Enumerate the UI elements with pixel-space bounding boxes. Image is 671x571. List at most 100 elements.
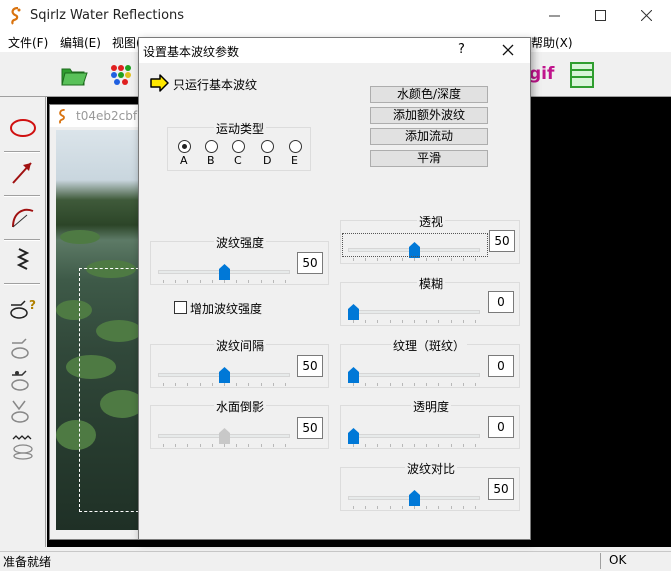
slider-tick [426,383,428,386]
slider-tick [401,320,403,323]
slider-tick [353,320,354,323]
slider-track[interactable] [348,434,480,438]
slider-tick [389,320,391,323]
motion-radio-label: C [234,154,242,167]
open-folder-icon[interactable] [58,59,90,91]
slider-thumb[interactable] [347,367,359,383]
slider-tick [377,444,379,447]
add-extra-ripple-button[interactable]: 添加额外波纹 [370,107,488,124]
dialog-help-button[interactable]: ? [458,42,465,57]
slider-tick [224,280,225,283]
motion-radio-c[interactable] [232,140,245,153]
minimize-button[interactable] [532,0,578,31]
selection-marquee[interactable] [79,268,139,512]
add-flow-button[interactable]: 添加流动 [370,128,488,145]
wave-lines-tool-icon[interactable] [7,431,39,461]
slider-tick [426,320,428,323]
motion-radio-e[interactable] [289,140,302,153]
slider-value-box[interactable]: 50 [297,252,323,274]
slider-tick [199,280,201,283]
slider-tick [365,258,367,261]
slider-thumb[interactable] [347,304,359,320]
slider-tick [353,258,354,261]
slider-value-box[interactable]: 0 [488,355,514,377]
slider-tick [236,444,238,447]
window-title: Sqirlz Water Reflections [30,8,185,23]
slider-tick [365,444,367,447]
motion-radio-d[interactable] [261,140,274,153]
slider-tick [450,258,452,261]
color-dots-icon[interactable] [105,59,137,91]
slider-value-box[interactable]: 50 [489,230,515,252]
smooth-button[interactable]: 平滑 [370,150,488,167]
slider-tick [163,383,164,386]
slider-tick [389,383,391,386]
water-color-depth-button[interactable]: 水颜色/深度 [370,86,488,103]
dialog-close-icon[interactable] [500,42,516,58]
status-bar [0,551,671,571]
slider-tick [450,506,452,509]
slider-tick [462,506,464,509]
close-window-button[interactable] [624,0,670,31]
slider-thumb[interactable] [218,264,230,280]
menu-edit[interactable]: 编辑(E) [60,34,101,51]
save-gif-button[interactable]: gif [529,64,554,84]
slider-value-box[interactable]: 50 [297,355,323,377]
slider-tick [426,258,428,261]
maximize-button[interactable] [578,0,624,31]
ellipse-tool-icon[interactable] [7,113,39,143]
slider-tick [462,444,464,447]
slider-label: 透视 [417,213,446,230]
maximize-icon [595,10,606,21]
ripple-tool-2-icon[interactable] [7,363,39,393]
slider-track[interactable] [348,373,480,377]
slider-thumb[interactable] [218,367,230,383]
slider-tick [260,280,262,283]
slider-tick [401,383,403,386]
status-ok: OK [609,553,627,567]
focus-indicator [342,233,488,257]
film-icon[interactable] [566,59,598,91]
slider-tick [260,444,262,447]
ripple-tool-1-icon[interactable] [7,331,39,361]
curve-arrow-tool-icon[interactable] [7,201,39,231]
slider-thumb[interactable] [347,428,359,444]
slider-tick [248,280,250,283]
document-title: t04eb2cbf [76,109,138,123]
slider-tick [175,444,177,447]
status-divider [600,553,601,569]
zigzag-tool-icon[interactable] [7,245,39,275]
slider-tick [365,506,367,509]
slider-tick [377,383,379,386]
menu-file[interactable]: 文件(F) [8,34,48,51]
slider-tick [272,444,274,447]
slider-label: 纹理（斑纹） [391,337,468,354]
slider-tick [438,506,440,509]
ripple-help-tool-icon[interactable]: ? [7,293,39,323]
slider-track[interactable] [348,310,480,314]
arrow-tool-icon[interactable] [7,157,39,187]
slider-tick [389,258,391,261]
slider-tick [475,258,476,261]
slider-thumb[interactable] [408,490,420,506]
slider-value-box[interactable]: 50 [488,478,514,500]
slider-value-box[interactable]: 50 [297,417,323,439]
slider-tick [187,280,189,283]
slider-value-box[interactable]: 0 [488,416,514,438]
motion-radio-a[interactable] [178,140,191,153]
left-tool-palette: ? [0,97,46,547]
motion-radio-b[interactable] [205,140,218,153]
slider-tick [475,320,476,323]
slider-tick [401,258,403,261]
yellow-arrow-icon [150,74,169,92]
ripple-tool-3-icon[interactable] [7,395,39,425]
slider-tick [414,444,415,447]
slider-tick [236,280,238,283]
close-icon [641,10,652,21]
slider-tick [285,280,286,283]
slider-value-box[interactable]: 0 [488,291,514,313]
menu-help[interactable]: 帮助(X) [531,34,573,51]
add-strength-checkbox[interactable] [174,301,187,314]
slider-thumb[interactable] [218,428,230,444]
slider-tick [414,383,415,386]
